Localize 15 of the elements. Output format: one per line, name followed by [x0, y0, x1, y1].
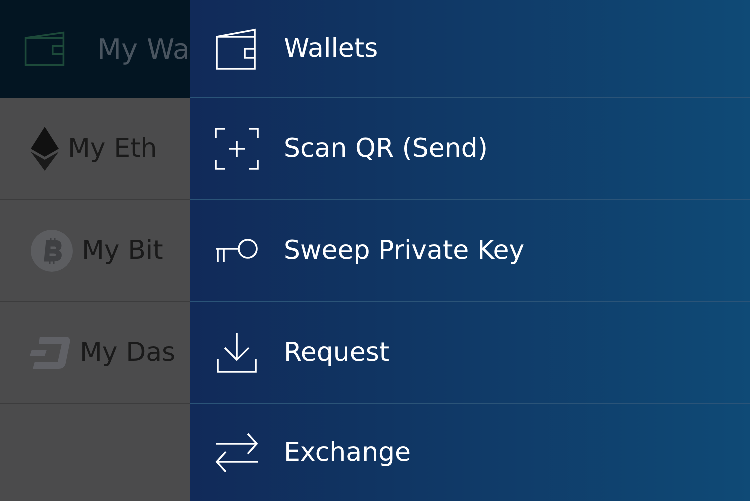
exchange-icon — [215, 432, 259, 474]
menu-item[interactable]: Request — [190, 302, 750, 404]
download-icon — [216, 332, 258, 374]
ethereum-icon — [30, 126, 60, 170]
wallet-icon — [24, 29, 68, 69]
bitcoin-icon — [30, 228, 74, 272]
scan-icon — [215, 128, 259, 170]
menu-item[interactable]: Scan QR (Send) — [190, 98, 750, 200]
menu-item[interactable]: Sweep Private Key — [190, 200, 750, 302]
menu-item[interactable]: Exchange — [190, 404, 750, 501]
header-title: My Wa — [97, 32, 190, 66]
menu-item[interactable]: Wallets — [190, 0, 750, 98]
wallet-icon — [215, 26, 259, 70]
key-icon — [215, 238, 259, 264]
dash-icon — [30, 334, 72, 370]
